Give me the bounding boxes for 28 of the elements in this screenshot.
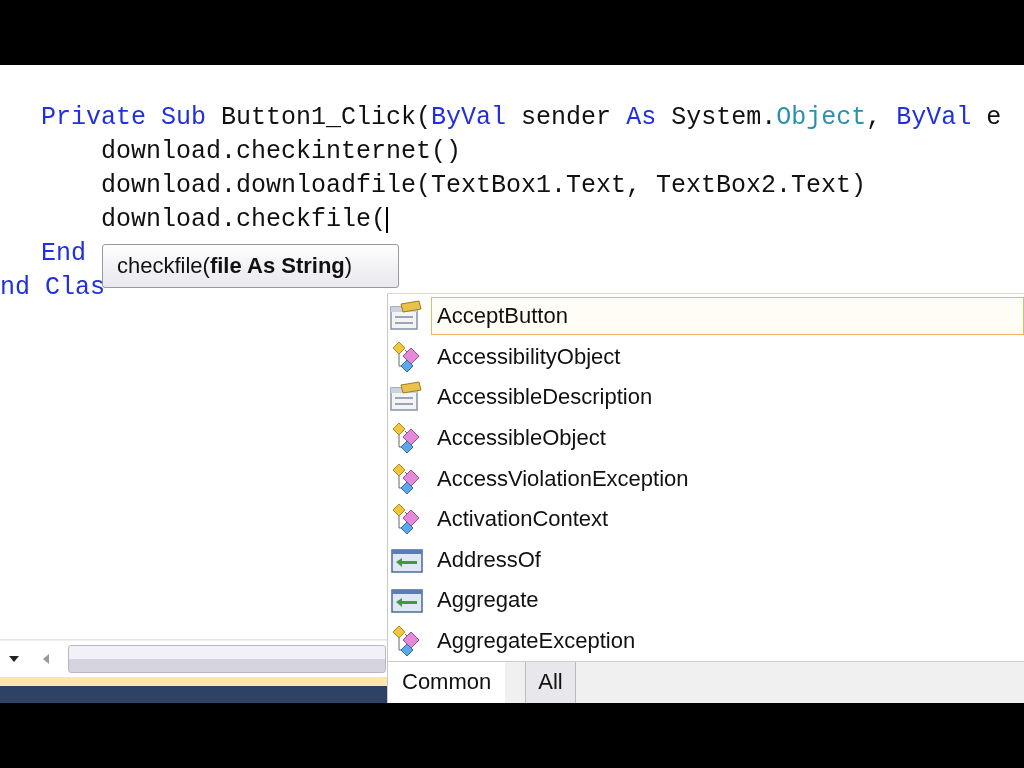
completion-item[interactable]: AggregateException <box>388 620 1024 662</box>
parameter-tooltip: checkfile(file As String) <box>102 244 399 288</box>
code-text: Button1_Click( <box>220 102 432 134</box>
code-keyword: End <box>41 238 86 270</box>
completion-item[interactable]: AccessibilityObject <box>388 336 1024 378</box>
dropdown-arrow-icon[interactable] <box>8 655 20 663</box>
scroll-left-icon[interactable] <box>42 653 50 665</box>
code-text: sender <box>520 102 613 134</box>
code-text: e <box>985 102 1002 134</box>
code-text: download.checkfile( <box>101 204 387 236</box>
code-keyword: ByVal <box>896 102 972 134</box>
completion-item[interactable]: AccessibleDescription <box>388 377 1024 418</box>
code-text: System. <box>670 102 777 134</box>
code-text: download.downloadfile(TextBox1.Text, TextBox2.Text) <box>101 170 867 202</box>
code-type: Object <box>776 102 867 134</box>
completion-item[interactable]: ActivationContext <box>388 498 1024 540</box>
filter-tab[interactable]: Common <box>388 662 506 703</box>
code-text: download.checkinternet() <box>101 136 462 168</box>
scrollbar-thumb[interactable] <box>68 645 386 673</box>
completion-item[interactable]: AddressOf <box>388 539 1024 581</box>
code-text: , <box>866 102 883 134</box>
code-keyword: ByVal <box>431 102 507 134</box>
code-keyword: As <box>626 102 657 134</box>
filter-tab[interactable]: All <box>525 662 576 703</box>
completion-item[interactable]: AccessViolationException <box>388 458 1024 499</box>
completion-item[interactable]: Aggregate <box>388 580 1024 621</box>
completion-item[interactable]: AccessibleObject <box>388 417 1024 459</box>
code-keyword: Private Sub <box>41 102 207 134</box>
